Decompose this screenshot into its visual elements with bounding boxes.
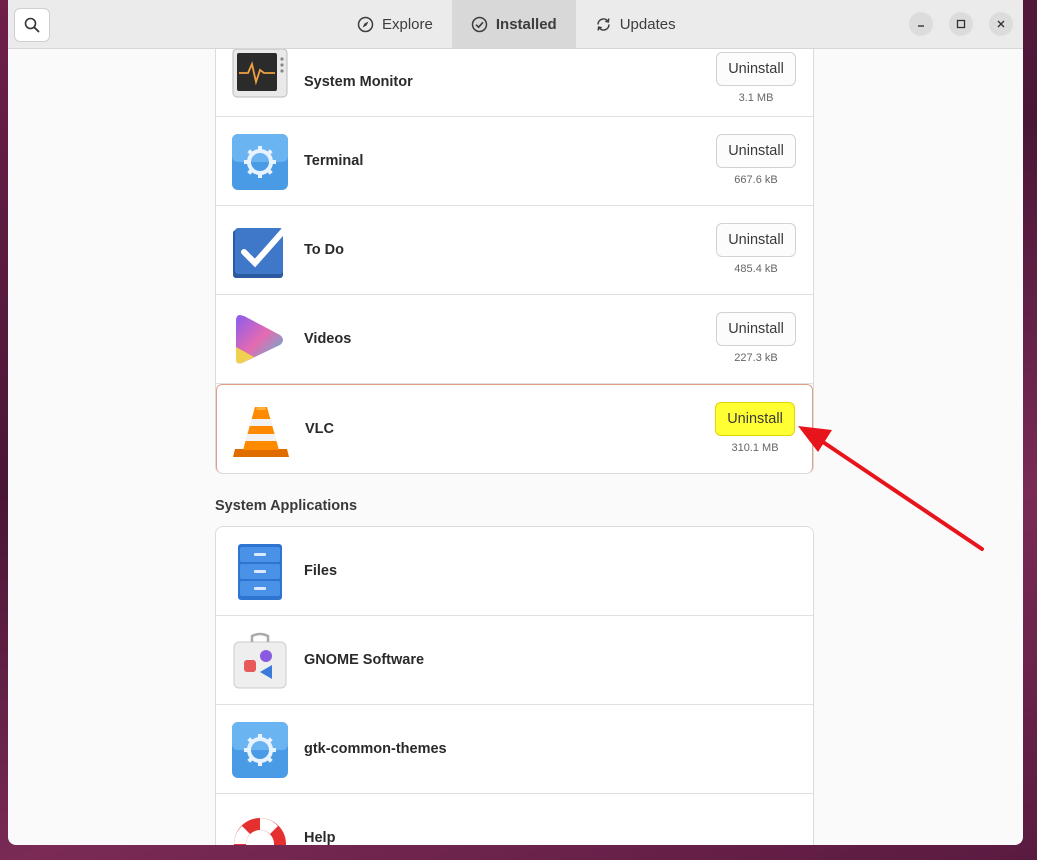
annotation-arrow [798, 426, 984, 551]
